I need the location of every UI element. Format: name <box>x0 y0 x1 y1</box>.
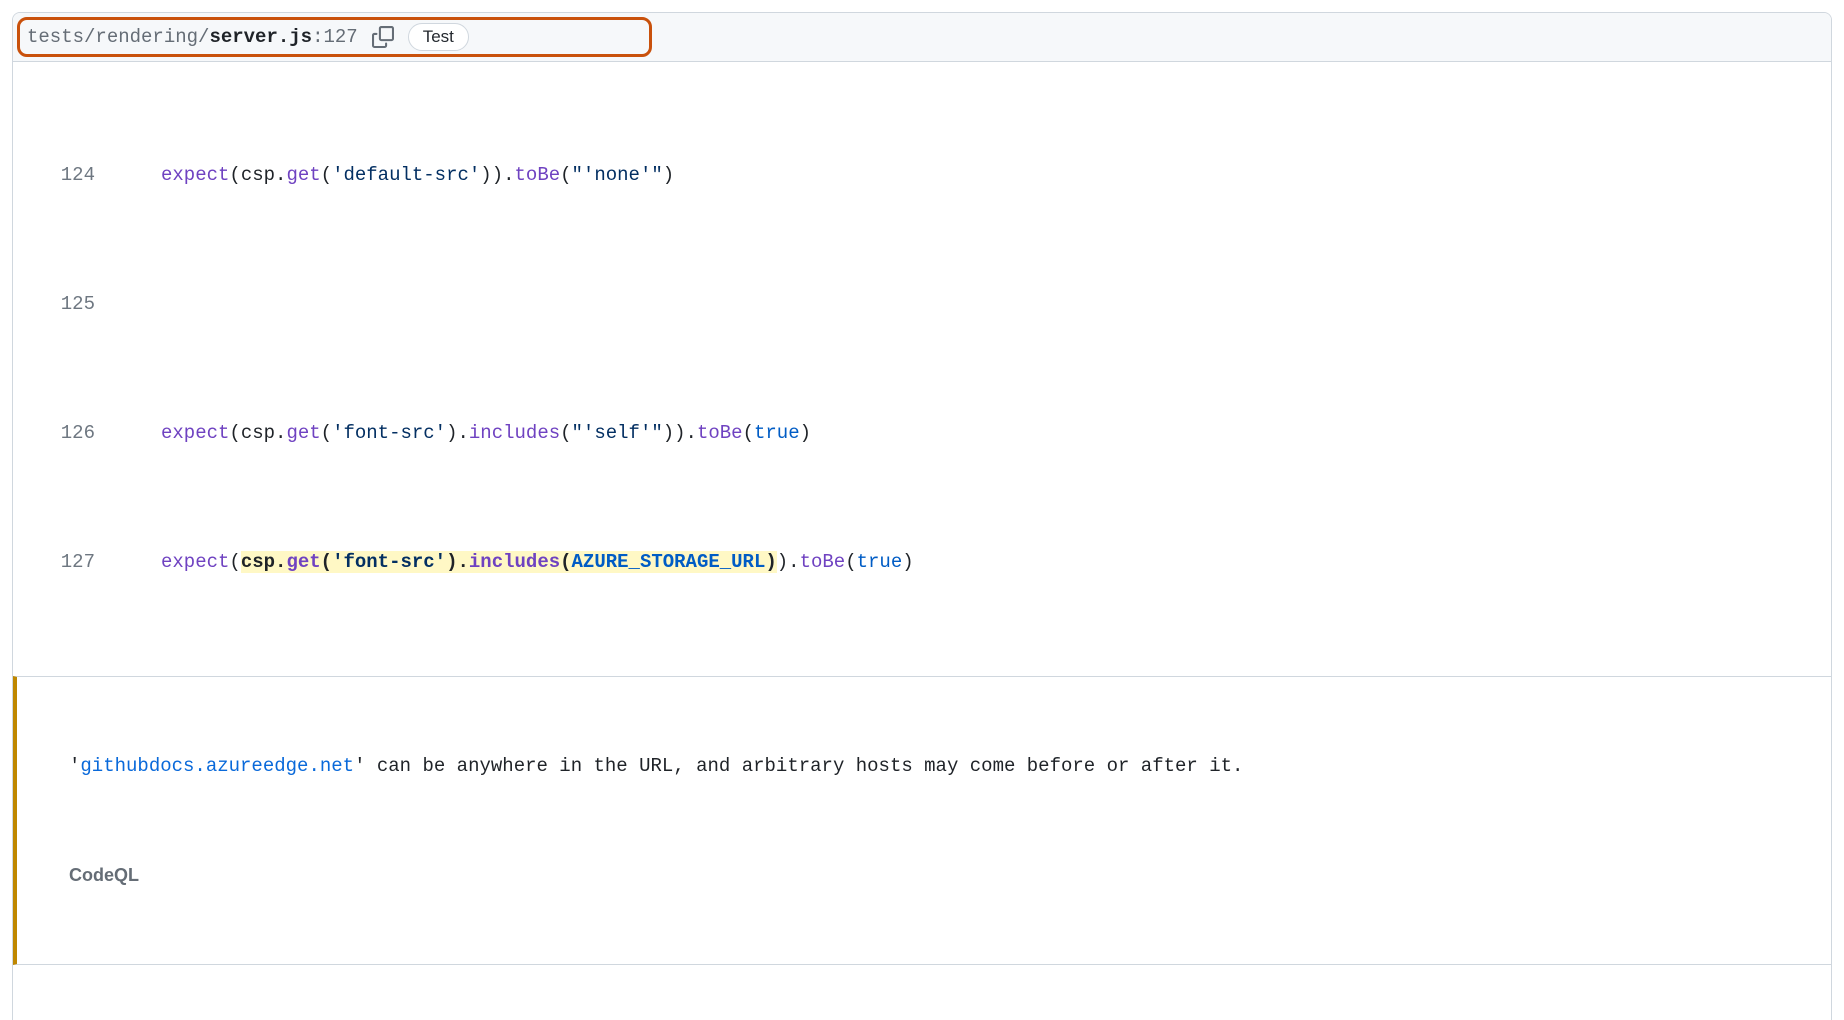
code-line-124: 124 expect(csp.get('default-src')).toBe(… <box>13 159 1831 191</box>
code-line-125: 125 <box>13 288 1831 320</box>
line-sep: : <box>312 26 323 48</box>
copy-icon[interactable] <box>372 26 394 48</box>
alert-message: 'githubdocs.azureedge.net' can be anywhe… <box>69 751 1811 781</box>
alert-box: 'githubdocs.azureedge.net' can be anywhe… <box>13 676 1831 966</box>
gutter: 125 <box>13 288 123 320</box>
code: expect(csp.get('font-src').includes("'se… <box>123 417 1831 449</box>
gutter: 127 <box>13 546 123 578</box>
file-path[interactable]: tests/rendering/server.js:127 <box>27 26 358 48</box>
alert-link[interactable]: githubdocs.azureedge.net <box>80 755 354 777</box>
code-line-127: 127 expect(csp.get('font-src').includes(… <box>13 546 1831 578</box>
file-header: tests/rendering/server.js:127 Test <box>13 13 1831 62</box>
code-line-126: 126 expect(csp.get('font-src').includes(… <box>13 417 1831 449</box>
test-badge[interactable]: Test <box>408 23 469 51</box>
code-area: 124 expect(csp.get('default-src')).toBe(… <box>13 62 1831 1020</box>
path-prefix: tests/rendering/ <box>27 26 209 48</box>
highlighted-code: csp.get('font-src').includes(AZURE_STORA… <box>241 551 777 573</box>
code-card: tests/rendering/server.js:127 Test 124 e… <box>12 12 1832 1020</box>
filename: server.js <box>209 26 312 48</box>
gutter: 126 <box>13 417 123 449</box>
code: expect(csp.get('default-src')).toBe("'no… <box>123 159 1831 191</box>
code: expect(csp.get('font-src').includes(AZUR… <box>123 546 1831 578</box>
alert-source: CodeQL <box>69 861 1811 890</box>
gutter: 124 <box>13 159 123 191</box>
line-number: 127 <box>323 26 357 48</box>
